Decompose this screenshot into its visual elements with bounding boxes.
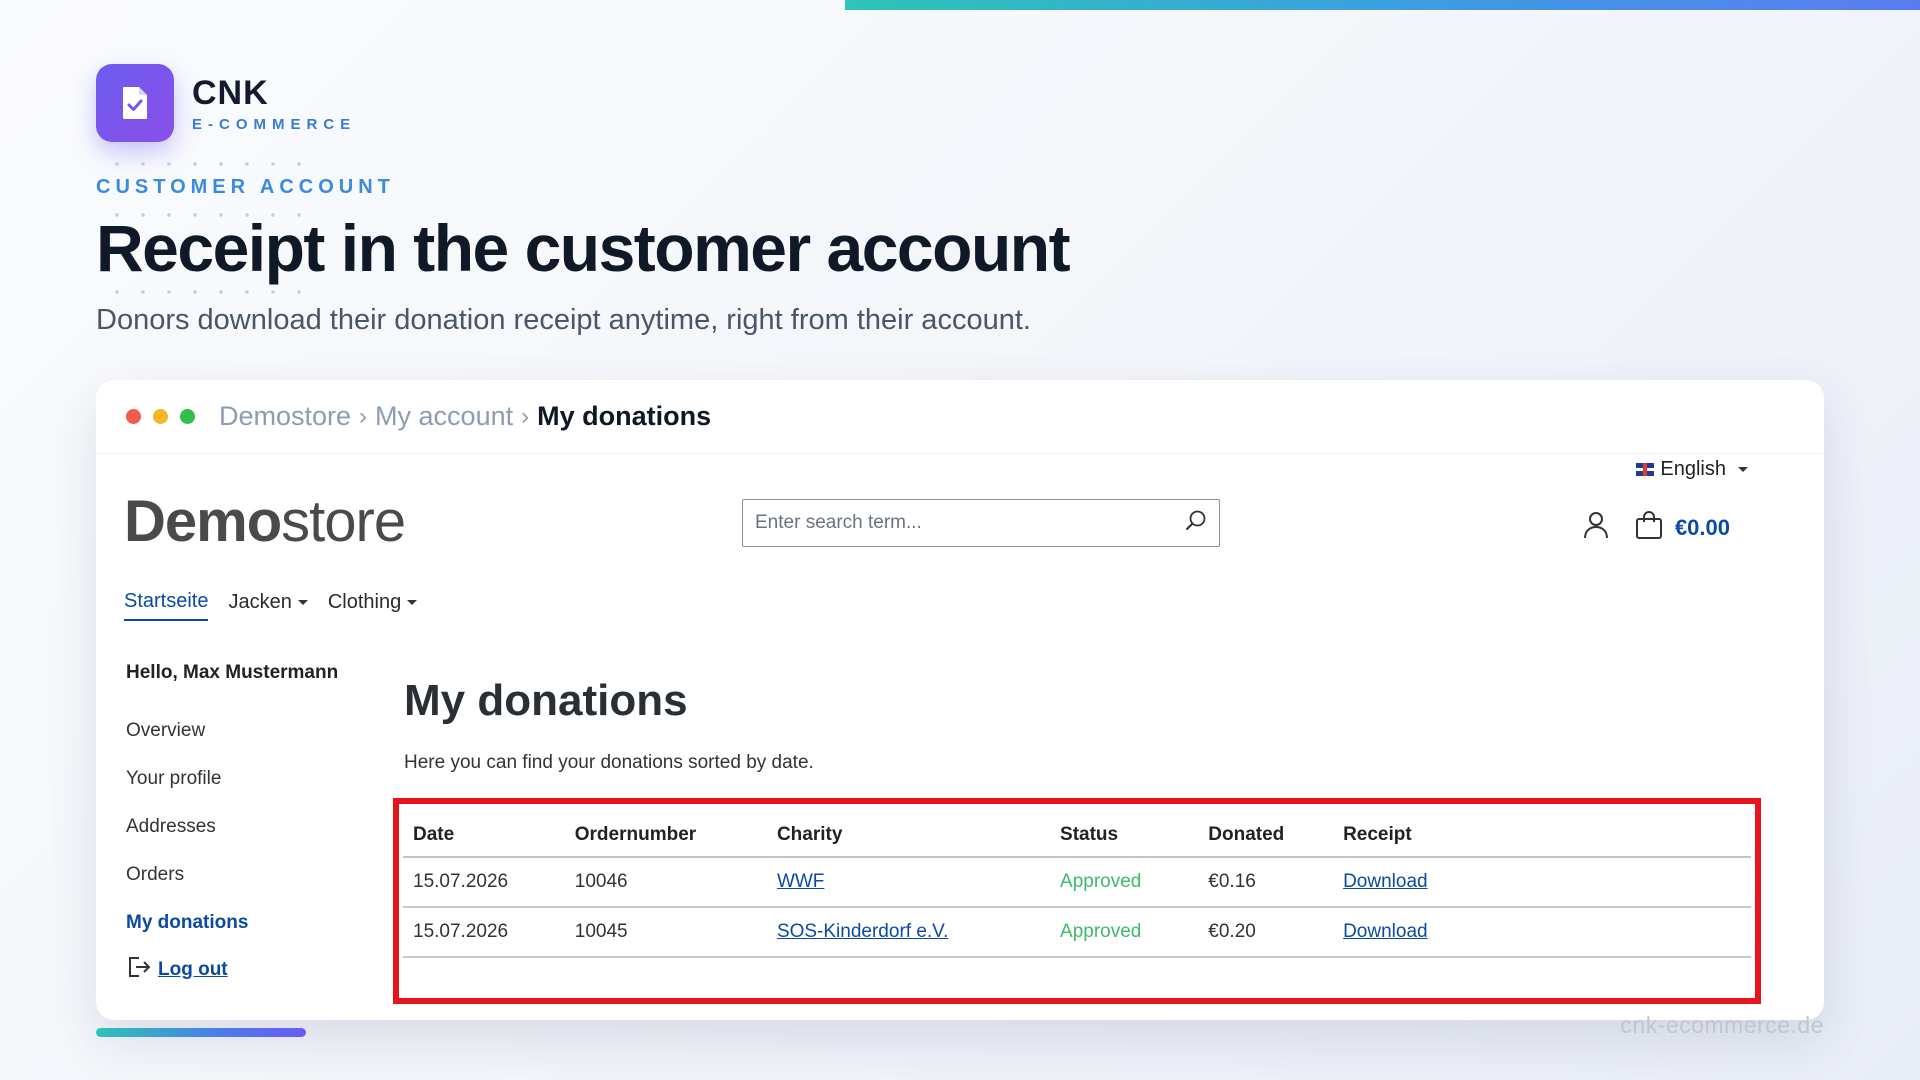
account-sidebar: Hello, Max Mustermann Overview Your prof… [126,662,338,986]
site-watermark: cnk-ecommerce.de [1620,1012,1824,1038]
sidebar-item-orders[interactable]: Orders [126,864,338,912]
page-subline: Donors download their donation receipt a… [96,304,1031,336]
language-label: English [1660,458,1726,480]
table-row: 15.07.2026 10046 WWF Approved €0.16 Down… [403,857,1751,908]
table-row: 15.07.2026 10045 SOS-Kinderdorf e.V. App… [403,907,1751,958]
status-badge: Approved [1050,857,1199,908]
window-titlebar: Demostore › My account › My donations [96,380,1824,454]
account-greeting: Hello, Max Mustermann [126,662,339,683]
logout-link[interactable]: Log out [126,954,338,986]
top-accent-bar [845,0,1920,10]
browser-window: Demostore › My account › My donations En… [96,380,1824,1020]
header-actions: €0.00 [1583,510,1730,545]
bottom-accent-bar [96,1028,306,1037]
search-box [742,499,1220,547]
decor-dots [104,162,314,166]
breadcrumb: Demostore › My account › My donations [219,401,711,432]
account-icon[interactable] [1583,511,1609,544]
sidebar-item-donations[interactable]: My donations [126,912,338,960]
search-icon[interactable] [1185,509,1207,537]
donations-table: Date Ordernumber Charity Status Donated … [403,808,1751,958]
cart-button[interactable]: €0.00 [1635,510,1730,545]
nav-item-clothing[interactable]: Clothing [327,590,418,621]
maximize-dot[interactable] [180,409,195,424]
main-nav: Startseite Jacken Clothing [124,590,418,621]
minimize-dot[interactable] [153,409,168,424]
column-header: Charity [766,808,1051,858]
breadcrumb-separator: › [521,402,530,430]
cell-donated: €0.16 [1198,857,1334,908]
brand-subtitle: E-COMMERCE [192,115,357,133]
cell-donated: €0.20 [1198,907,1334,958]
table-header-row: Date Ordernumber Charity Status Donated … [403,808,1751,858]
language-selector[interactable]: English [1636,458,1748,481]
store-logo[interactable]: Demostore [124,488,406,555]
sidebar-item-overview[interactable]: Overview [126,720,338,768]
shopping-bag-icon [1635,510,1663,545]
page-intro: Here you can find your donations sorted … [404,752,814,773]
decor-dots [104,290,314,294]
nav-label: Jacken [228,591,292,613]
column-header: Ordernumber [564,808,767,858]
window-controls [126,409,195,424]
column-header: Status [1050,808,1199,858]
page-headline: Receipt in the customer account [96,211,1071,285]
logout-icon [126,954,152,986]
breadcrumb-item[interactable]: Demostore [219,401,351,432]
sidebar-item-addresses[interactable]: Addresses [126,816,338,864]
nav-item-jacken[interactable]: Jacken [228,590,308,621]
cell-date: 15.07.2026 [403,907,565,958]
search-input[interactable] [755,512,1185,534]
nav-label: Clothing [327,591,402,613]
breadcrumb-separator: › [359,402,368,430]
sidebar-item-profile[interactable]: Your profile [126,768,338,816]
breadcrumb-current: My donations [537,401,712,431]
caret-down-icon [1738,467,1748,472]
nav-label: Startseite [124,590,209,612]
status-badge: Approved [1050,907,1199,958]
receipt-check-icon [96,64,174,142]
download-receipt-link[interactable]: Download [1343,871,1428,892]
store-logo-bold: Demo [124,489,282,554]
brand: CNK E-COMMERCE [96,64,356,142]
charity-link[interactable]: WWF [777,871,824,892]
store-logo-light: store [281,489,406,554]
main-content: My donations Here you can find your dona… [404,676,814,774]
download-receipt-link[interactable]: Download [1343,921,1428,942]
column-header: Date [403,808,565,858]
page-title: My donations [404,676,688,725]
cell-ordernumber: 10046 [564,857,767,908]
caret-down-icon [297,600,308,605]
column-header: Receipt [1333,808,1751,858]
breadcrumb-item[interactable]: My account [375,401,513,432]
logout-label: Log out [158,959,228,980]
nav-item-startseite[interactable]: Startseite [124,590,209,621]
eyebrow-label: CUSTOMER ACCOUNT [96,176,395,198]
brand-name: CNK [192,73,269,112]
close-dot[interactable] [126,409,141,424]
charity-link[interactable]: SOS-Kinderdorf e.V. [777,921,948,942]
cell-ordernumber: 10045 [564,907,767,958]
column-header: Donated [1198,808,1334,858]
cell-date: 15.07.2026 [403,857,565,908]
cart-total: €0.00 [1674,514,1730,540]
uk-flag-icon [1636,463,1655,476]
caret-down-icon [407,600,418,605]
